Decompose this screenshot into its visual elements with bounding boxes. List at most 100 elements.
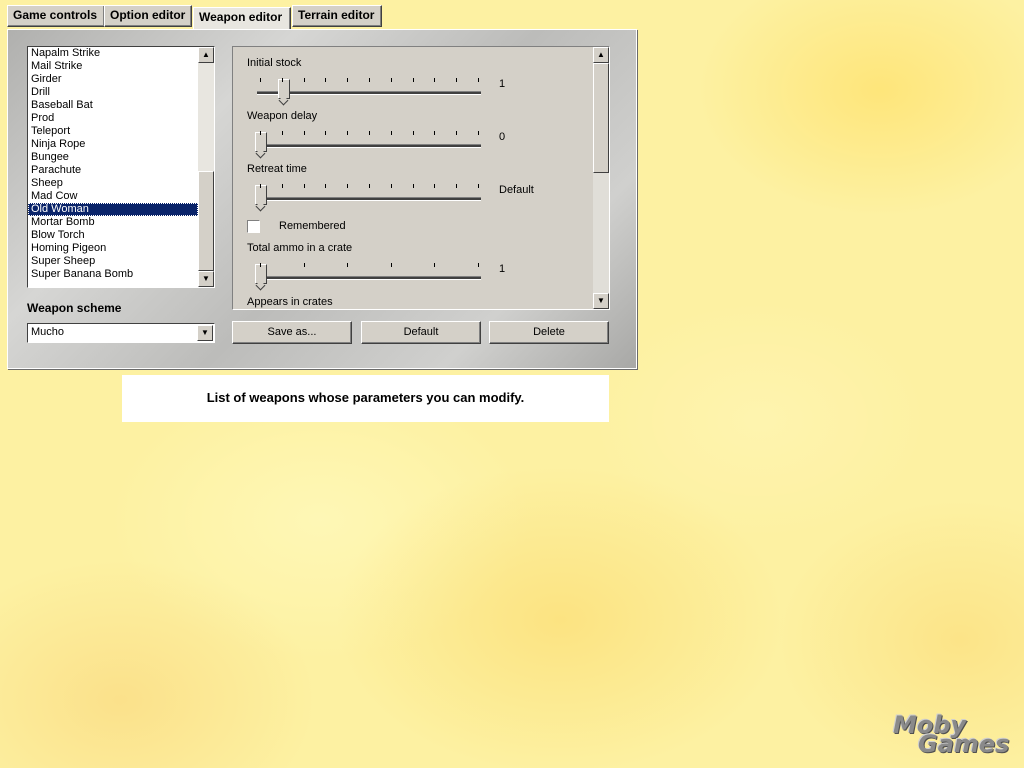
remembered-checkbox[interactable]: [247, 220, 260, 233]
slider-tick: [347, 131, 348, 135]
list-item[interactable]: Baseball Bat: [28, 99, 198, 112]
list-item[interactable]: Bungee: [28, 151, 198, 164]
retreat-time-slider[interactable]: [255, 185, 267, 205]
slider-tick: [325, 78, 326, 82]
remembered-label: Remembered: [279, 220, 346, 232]
slider-tick: [369, 184, 370, 188]
scroll-down-arrow-icon[interactable]: ▼: [593, 293, 609, 309]
weapon-scheme-select[interactable]: Mucho ▼: [27, 323, 215, 343]
slider-tick: [391, 184, 392, 188]
slider-tick: [260, 263, 261, 267]
list-item[interactable]: Super Banana Bomb: [28, 268, 198, 281]
slider-tick: [478, 263, 479, 267]
weapon-delay-value: 0: [499, 131, 506, 143]
scroll-up-arrow-icon[interactable]: ▲: [198, 47, 214, 63]
list-item[interactable]: Super Sheep: [28, 255, 198, 268]
tab-game-controls[interactable]: Game controls: [7, 5, 105, 27]
weapon-parameters-pane: Initial stock 1 Weapon delay 0 Retreat t…: [232, 46, 610, 310]
delete-button[interactable]: Delete: [489, 321, 609, 344]
list-item[interactable]: Ninja Rope: [28, 138, 198, 151]
slider-tick: [304, 131, 305, 135]
slider-tick: [282, 78, 283, 82]
slider-tick: [260, 78, 261, 82]
slider-tick: [347, 78, 348, 82]
list-item[interactable]: Mad Cow: [28, 190, 198, 203]
slider-tick: [347, 263, 348, 267]
retreat-time-value: Default: [499, 184, 534, 196]
list-item[interactable]: Teleport: [28, 125, 198, 138]
tab-weapon-editor[interactable]: Weapon editor: [193, 7, 291, 31]
slider-tick: [304, 78, 305, 82]
slider-tick: [413, 131, 414, 135]
weapon-list[interactable]: Napalm Strike Mail Strike Girder Drill B…: [27, 46, 215, 288]
slider-tick: [260, 131, 261, 135]
parameters-scrollbar[interactable]: ▲ ▼: [593, 47, 609, 309]
slider-tick: [391, 78, 392, 82]
list-item[interactable]: Sheep: [28, 177, 198, 190]
slider-tick: [413, 184, 414, 188]
list-item[interactable]: Mortar Bomb: [28, 216, 198, 229]
retreat-time-track: [257, 197, 481, 201]
slider-tick: [413, 78, 414, 82]
total-ammo-label: Total ammo in a crate: [247, 242, 353, 254]
help-text: List of weapons whose parameters you can…: [206, 390, 525, 405]
retreat-time-label: Retreat time: [247, 163, 307, 175]
weapon-editor-panel: Napalm Strike Mail Strike Girder Drill B…: [7, 29, 637, 369]
list-item[interactable]: Napalm Strike: [28, 47, 198, 60]
list-item[interactable]: Homing Pigeon: [28, 242, 198, 255]
chevron-down-icon[interactable]: ▼: [197, 325, 213, 341]
scroll-down-arrow-icon[interactable]: ▼: [198, 271, 214, 287]
slider-tick: [478, 184, 479, 188]
slider-tick: [304, 184, 305, 188]
tab-terrain-editor[interactable]: Terrain editor: [292, 5, 382, 27]
slider-tick: [282, 131, 283, 135]
slider-tick: [325, 131, 326, 135]
slider-tick: [282, 184, 283, 188]
list-item[interactable]: Prod: [28, 112, 198, 125]
total-ammo-value: 1: [499, 263, 506, 275]
list-item-selected[interactable]: Old Woman: [28, 203, 198, 216]
total-ammo-slider[interactable]: [255, 264, 267, 284]
scroll-thumb[interactable]: [198, 171, 214, 271]
weapon-scheme-label: Weapon scheme: [27, 301, 122, 315]
save-as-button[interactable]: Save as...: [232, 321, 352, 344]
slider-tick: [478, 131, 479, 135]
list-item[interactable]: Girder: [28, 73, 198, 86]
weapon-list-items: Napalm Strike Mail Strike Girder Drill B…: [28, 47, 198, 281]
initial-stock-track: [257, 91, 481, 95]
slider-tick: [260, 184, 261, 188]
tab-option-editor[interactable]: Option editor: [104, 5, 192, 27]
list-item[interactable]: Blow Torch: [28, 229, 198, 242]
slider-tick: [347, 184, 348, 188]
slider-tick: [456, 131, 457, 135]
slider-tick: [304, 263, 305, 267]
slider-tick: [434, 263, 435, 267]
scroll-thumb[interactable]: [593, 63, 609, 173]
weapon-delay-slider[interactable]: [255, 132, 267, 152]
total-ammo-track: [257, 276, 481, 280]
mobygames-logo: Moby Games: [893, 713, 1009, 756]
slider-tick: [391, 131, 392, 135]
list-item[interactable]: Drill: [28, 86, 198, 99]
weapon-scheme-value: Mucho: [31, 326, 65, 338]
default-button[interactable]: Default: [361, 321, 481, 344]
slider-tick: [325, 184, 326, 188]
initial-stock-value: 1: [499, 78, 506, 90]
scroll-up-arrow-icon[interactable]: ▲: [593, 47, 609, 63]
slider-tick: [369, 78, 370, 82]
slider-tick: [434, 78, 435, 82]
slider-tick: [369, 131, 370, 135]
list-item[interactable]: Parachute: [28, 164, 198, 177]
slider-tick: [434, 131, 435, 135]
slider-tick: [391, 263, 392, 267]
initial-stock-label: Initial stock: [247, 57, 302, 69]
help-box: List of weapons whose parameters you can…: [122, 375, 609, 422]
weapon-list-scrollbar[interactable]: ▲ ▼: [198, 47, 214, 287]
weapon-delay-track: [257, 144, 481, 148]
slider-tick: [478, 78, 479, 82]
initial-stock-slider[interactable]: [278, 79, 290, 99]
slider-tick: [434, 184, 435, 188]
weapon-delay-label: Weapon delay: [247, 110, 318, 122]
slider-tick: [456, 78, 457, 82]
list-item[interactable]: Mail Strike: [28, 60, 198, 73]
